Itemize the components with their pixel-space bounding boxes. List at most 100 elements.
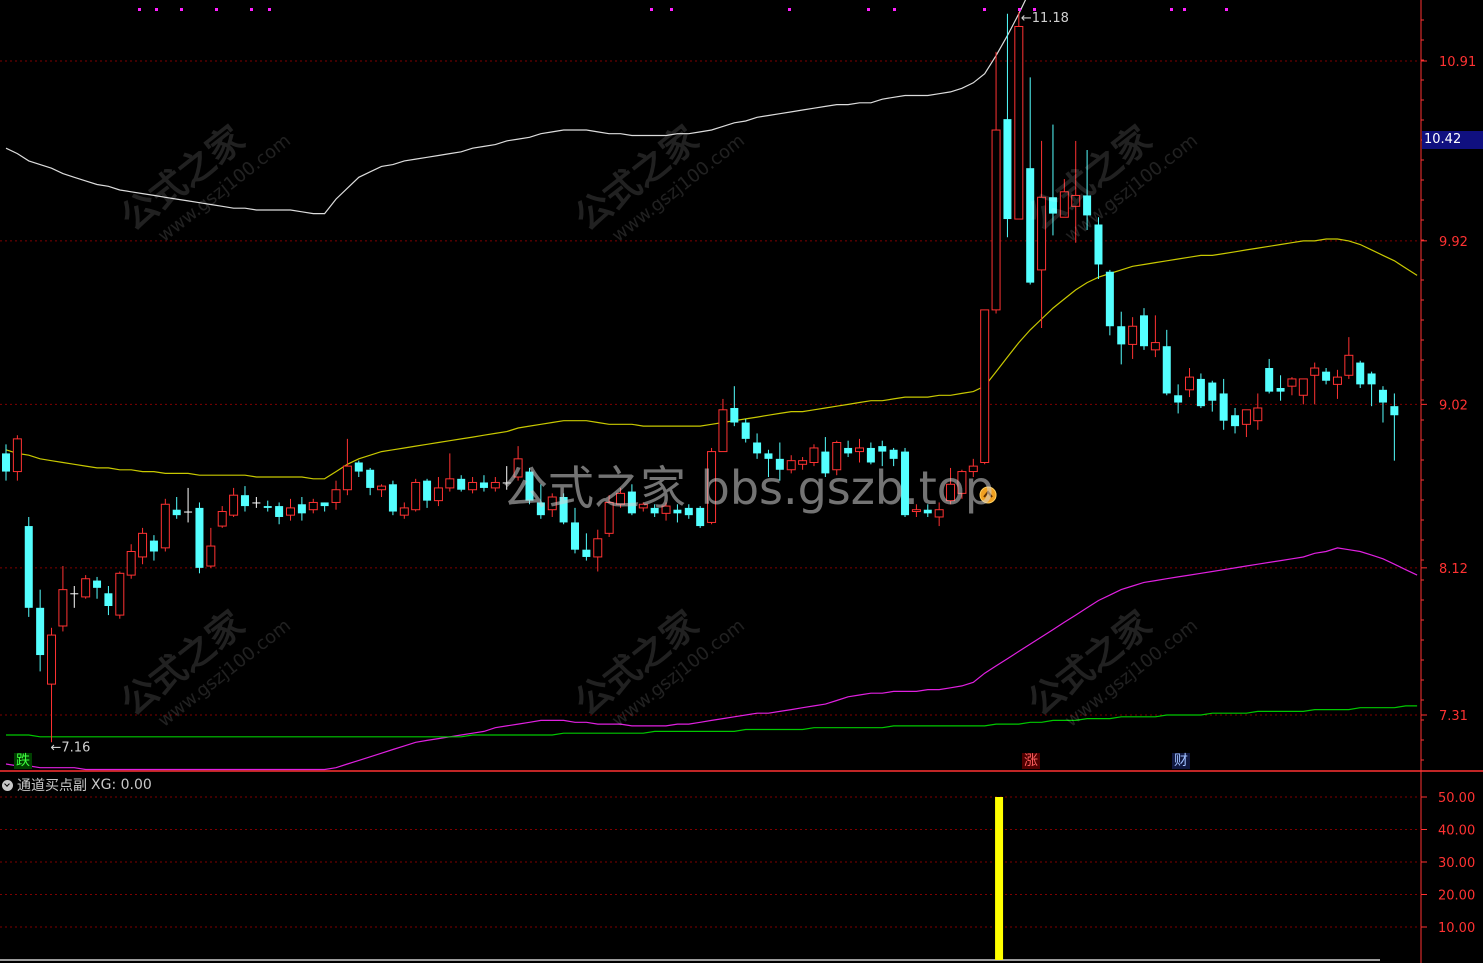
fall-flag[interactable]: 跌 xyxy=(14,753,32,769)
indicator-title[interactable]: 通道买点副 XG: 0.00 xyxy=(2,775,152,795)
candle-body xyxy=(377,485,387,491)
xg-value: XG: 0.00 xyxy=(91,777,152,793)
candle xyxy=(1140,308,1148,350)
candle-body xyxy=(47,634,57,685)
kline-chart[interactable]: 10.91 9.92 9.02 8.12 7.31 50.00 40.00 30.00 20.… xyxy=(0,0,1483,963)
top-marker-dot xyxy=(983,8,986,11)
candle-body xyxy=(1231,415,1240,427)
candle xyxy=(1174,384,1183,414)
candle xyxy=(798,457,808,470)
candle-body xyxy=(536,502,545,516)
candle xyxy=(923,504,932,517)
candle xyxy=(229,487,239,517)
candle xyxy=(286,498,295,521)
candle xyxy=(240,486,249,512)
candle xyxy=(911,504,921,517)
candle xyxy=(525,467,534,505)
candle xyxy=(36,589,45,672)
candle-body xyxy=(366,469,375,488)
candle xyxy=(901,447,910,517)
candle-body xyxy=(1332,376,1342,385)
candle xyxy=(1298,378,1308,405)
top-marker-dot xyxy=(1225,8,1228,11)
candle xyxy=(1356,360,1365,388)
candle-body xyxy=(901,451,910,516)
rise-flag[interactable]: 涨 xyxy=(1022,753,1040,769)
candles-group xyxy=(2,11,1399,743)
candle xyxy=(490,477,500,492)
candle-body xyxy=(1390,406,1399,416)
candle-body xyxy=(730,407,739,423)
top-marker-dot xyxy=(155,8,158,11)
candle-body xyxy=(490,481,500,489)
candle xyxy=(764,449,773,478)
indicator-tick-label: 30.00 xyxy=(1438,856,1475,871)
candle xyxy=(479,475,488,492)
candle xyxy=(297,497,306,521)
candle-body xyxy=(138,532,148,558)
candle xyxy=(411,478,421,512)
candle-body xyxy=(217,511,227,527)
candle-body xyxy=(650,507,659,514)
candle-body xyxy=(593,538,603,558)
candle xyxy=(331,480,341,510)
candle-body xyxy=(58,589,68,627)
candle xyxy=(399,502,409,519)
candle xyxy=(604,495,614,537)
candle xyxy=(502,466,511,490)
candle xyxy=(468,477,478,494)
candle-body xyxy=(946,483,956,502)
candle-body xyxy=(559,497,568,523)
price-grid xyxy=(0,0,1483,963)
candle xyxy=(1037,140,1047,329)
candle-body xyxy=(1196,378,1205,407)
candle xyxy=(1332,369,1342,399)
candle xyxy=(696,506,705,528)
candle xyxy=(195,502,204,574)
candle xyxy=(263,500,272,512)
candle xyxy=(1253,393,1263,430)
candle-body xyxy=(1378,389,1387,403)
candle xyxy=(786,455,796,474)
candle-body xyxy=(889,449,898,459)
top-marker-dot xyxy=(867,8,870,11)
candle xyxy=(1265,358,1274,394)
candle-body xyxy=(1048,197,1057,214)
candle xyxy=(934,502,944,527)
top-marker-dot xyxy=(268,8,271,11)
candle xyxy=(673,504,682,523)
candle-body xyxy=(172,509,181,516)
candle-body xyxy=(184,511,193,513)
candle xyxy=(1219,378,1228,430)
candle xyxy=(172,497,181,519)
candle xyxy=(1014,11,1024,220)
candle xyxy=(320,502,329,512)
candle-body xyxy=(798,460,808,465)
candle-body xyxy=(957,471,967,494)
candle-body xyxy=(821,451,830,474)
candle-body xyxy=(1128,325,1138,345)
candle-body xyxy=(1310,367,1320,376)
candle-body xyxy=(479,482,488,488)
candle xyxy=(1105,269,1114,336)
indicator-toggle-icon[interactable] xyxy=(2,779,13,791)
candle-body xyxy=(160,503,170,549)
top-marker-dot xyxy=(1170,8,1173,11)
high-price-label: ←11.18 xyxy=(1021,11,1069,26)
candle xyxy=(1071,140,1081,243)
candle xyxy=(809,444,819,467)
candle-body xyxy=(968,465,978,473)
candle-body xyxy=(1356,362,1365,385)
candle xyxy=(832,440,842,476)
candle-body xyxy=(696,507,705,527)
finance-flag[interactable]: 财 xyxy=(1172,753,1190,769)
top-marker-dot xyxy=(250,8,253,11)
candle-body xyxy=(980,309,990,463)
candle-body xyxy=(707,451,717,523)
candle-body xyxy=(786,460,796,471)
candle-body xyxy=(911,509,921,513)
candle xyxy=(1322,368,1331,385)
candle xyxy=(252,497,261,508)
candle xyxy=(388,480,397,516)
candle-body xyxy=(70,593,79,595)
